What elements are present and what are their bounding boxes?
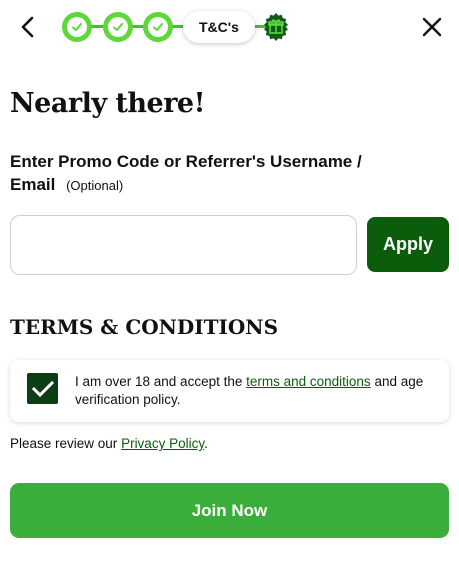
checkmark-icon: [31, 380, 54, 397]
terms-text-before: I am over 18 and accept the: [75, 374, 247, 389]
join-now-button[interactable]: Join Now: [10, 483, 449, 538]
gift-icon: [264, 13, 288, 41]
terms-and-conditions-link[interactable]: terms and conditions: [246, 374, 371, 389]
check-icon: [72, 23, 82, 31]
header: T&C's: [0, 0, 459, 56]
chevron-left-icon: [21, 16, 34, 38]
progress-stepper: T&C's: [62, 11, 302, 43]
apply-button[interactable]: Apply: [367, 217, 449, 272]
step-current-label: T&C's: [183, 11, 255, 43]
terms-checkbox[interactable]: [27, 373, 58, 404]
back-button[interactable]: [14, 12, 42, 42]
privacy-policy-link[interactable]: Privacy Policy: [121, 436, 204, 451]
privacy-text-before: Please review our: [10, 436, 122, 451]
step-completed-1: [62, 12, 92, 42]
check-icon: [153, 23, 163, 31]
close-button[interactable]: [418, 12, 446, 42]
step-completed-2: [103, 12, 133, 42]
promo-code-input[interactable]: [10, 215, 357, 275]
page-title: Nearly there!: [10, 88, 205, 119]
privacy-notice: Please review our Privacy Policy.: [10, 436, 208, 451]
terms-text: I am over 18 and accept the terms and co…: [75, 373, 435, 409]
promo-label: Enter Promo Code or Referrer's Username …: [10, 150, 410, 197]
terms-card: I am over 18 and accept the terms and co…: [10, 360, 449, 422]
promo-label-text: Enter Promo Code or Referrer's Username …: [10, 152, 362, 194]
step-completed-3: [143, 12, 173, 42]
step-final: [261, 12, 291, 42]
check-icon: [113, 23, 123, 31]
privacy-text-after: .: [204, 436, 208, 451]
close-icon: [422, 17, 442, 37]
terms-heading: TERMS & CONDITIONS: [10, 315, 279, 339]
optional-label: (Optional): [66, 178, 124, 193]
